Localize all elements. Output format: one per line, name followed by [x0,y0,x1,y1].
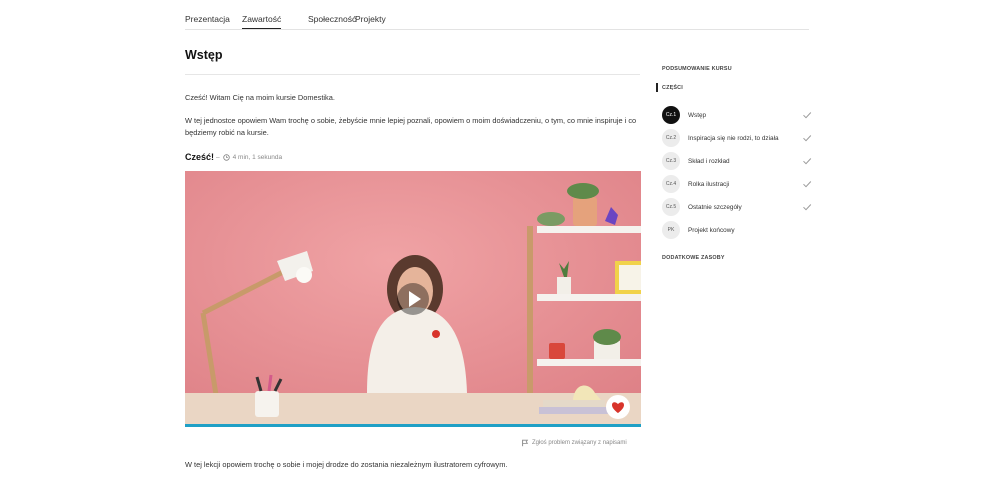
page-title: Wstęp [185,48,223,62]
lesson-separator: – [216,154,220,161]
sidebar-item-cz2[interactable]: Cz.2 Inspiracja się nie rodzi, to działa [662,129,812,147]
part-badge: Cz.1 [662,106,680,124]
video-player[interactable] [185,171,641,427]
part-badge: Cz.4 [662,175,680,193]
parts-active-marker [656,83,658,92]
part-label: Ostatnie szczegóły [688,203,742,211]
domestika-logo-icon [606,395,630,419]
tab-prezentacja[interactable]: Prezentacja [185,14,230,24]
report-subtitles-link[interactable]: Zgłoś problem związany z napisami [521,439,627,447]
parts-heading: CZĘŚCI [662,85,683,91]
sidebar-item-cz3[interactable]: Cz.3 Skład i rozkład [662,152,812,170]
tab-projekty[interactable]: Projekty [355,14,386,24]
sidebar-item-cz5[interactable]: Cz.5 Ostatnie szczegóły [662,198,812,216]
tab-spolecznosc[interactable]: Społeczność [308,14,356,24]
report-subtitles-label: Zgłoś problem związany z napisami [532,440,627,446]
description-text: W tej jednostce opowiem Wam trochę o sob… [185,116,637,137]
lesson-title: Cześć! [185,152,215,162]
video-progress-bar[interactable] [185,424,641,427]
title-divider [185,74,640,75]
lesson-meta: – 4 min, 1 sekunda [216,154,282,161]
part-label: Skład i rozkład [688,157,730,165]
check-icon [803,181,812,188]
part-badge: Cz.2 [662,129,680,147]
part-badge: Cz.5 [662,198,680,216]
part-label: Projekt końcowy [688,226,735,234]
part-badge: Cz.3 [662,152,680,170]
check-icon [803,158,812,165]
sidebar-item-cz4[interactable]: Cz.4 Rolka ilustracji [662,175,812,193]
play-icon[interactable] [396,282,430,316]
flag-icon [522,439,529,447]
check-icon [803,112,812,119]
check-icon [803,204,812,211]
clock-icon [222,154,230,161]
sidebar-item-cz1[interactable]: Cz.1 Wstęp [662,106,812,124]
lesson-duration: 4 min, 1 sekunda [232,154,283,161]
part-label: Rolka ilustracji [688,180,730,188]
sidebar-item-pk[interactable]: PK Projekt końcowy [662,221,812,239]
part-label: Wstęp [688,111,707,119]
check-icon [803,135,812,142]
extra-resources-link[interactable]: DODATKOWE ZASOBY [662,255,725,261]
part-label: Inspiracja się nie rodzi, to działa [688,134,779,142]
intro-text: Cześć! Witam Cię na moim kursie Domestik… [185,93,335,102]
tab-zawartosc[interactable]: Zawartość [242,14,282,29]
course-summary-link[interactable]: PODSUMOWANIE KURSU [662,66,732,72]
course-sidebar: PODSUMOWANIE KURSU CZĘŚCI Cz.1 Wstęp Cz.… [656,0,812,491]
lesson-description: W tej lekcji opowiem trochę o sobie i mo… [185,460,508,469]
part-badge: PK [662,221,680,239]
